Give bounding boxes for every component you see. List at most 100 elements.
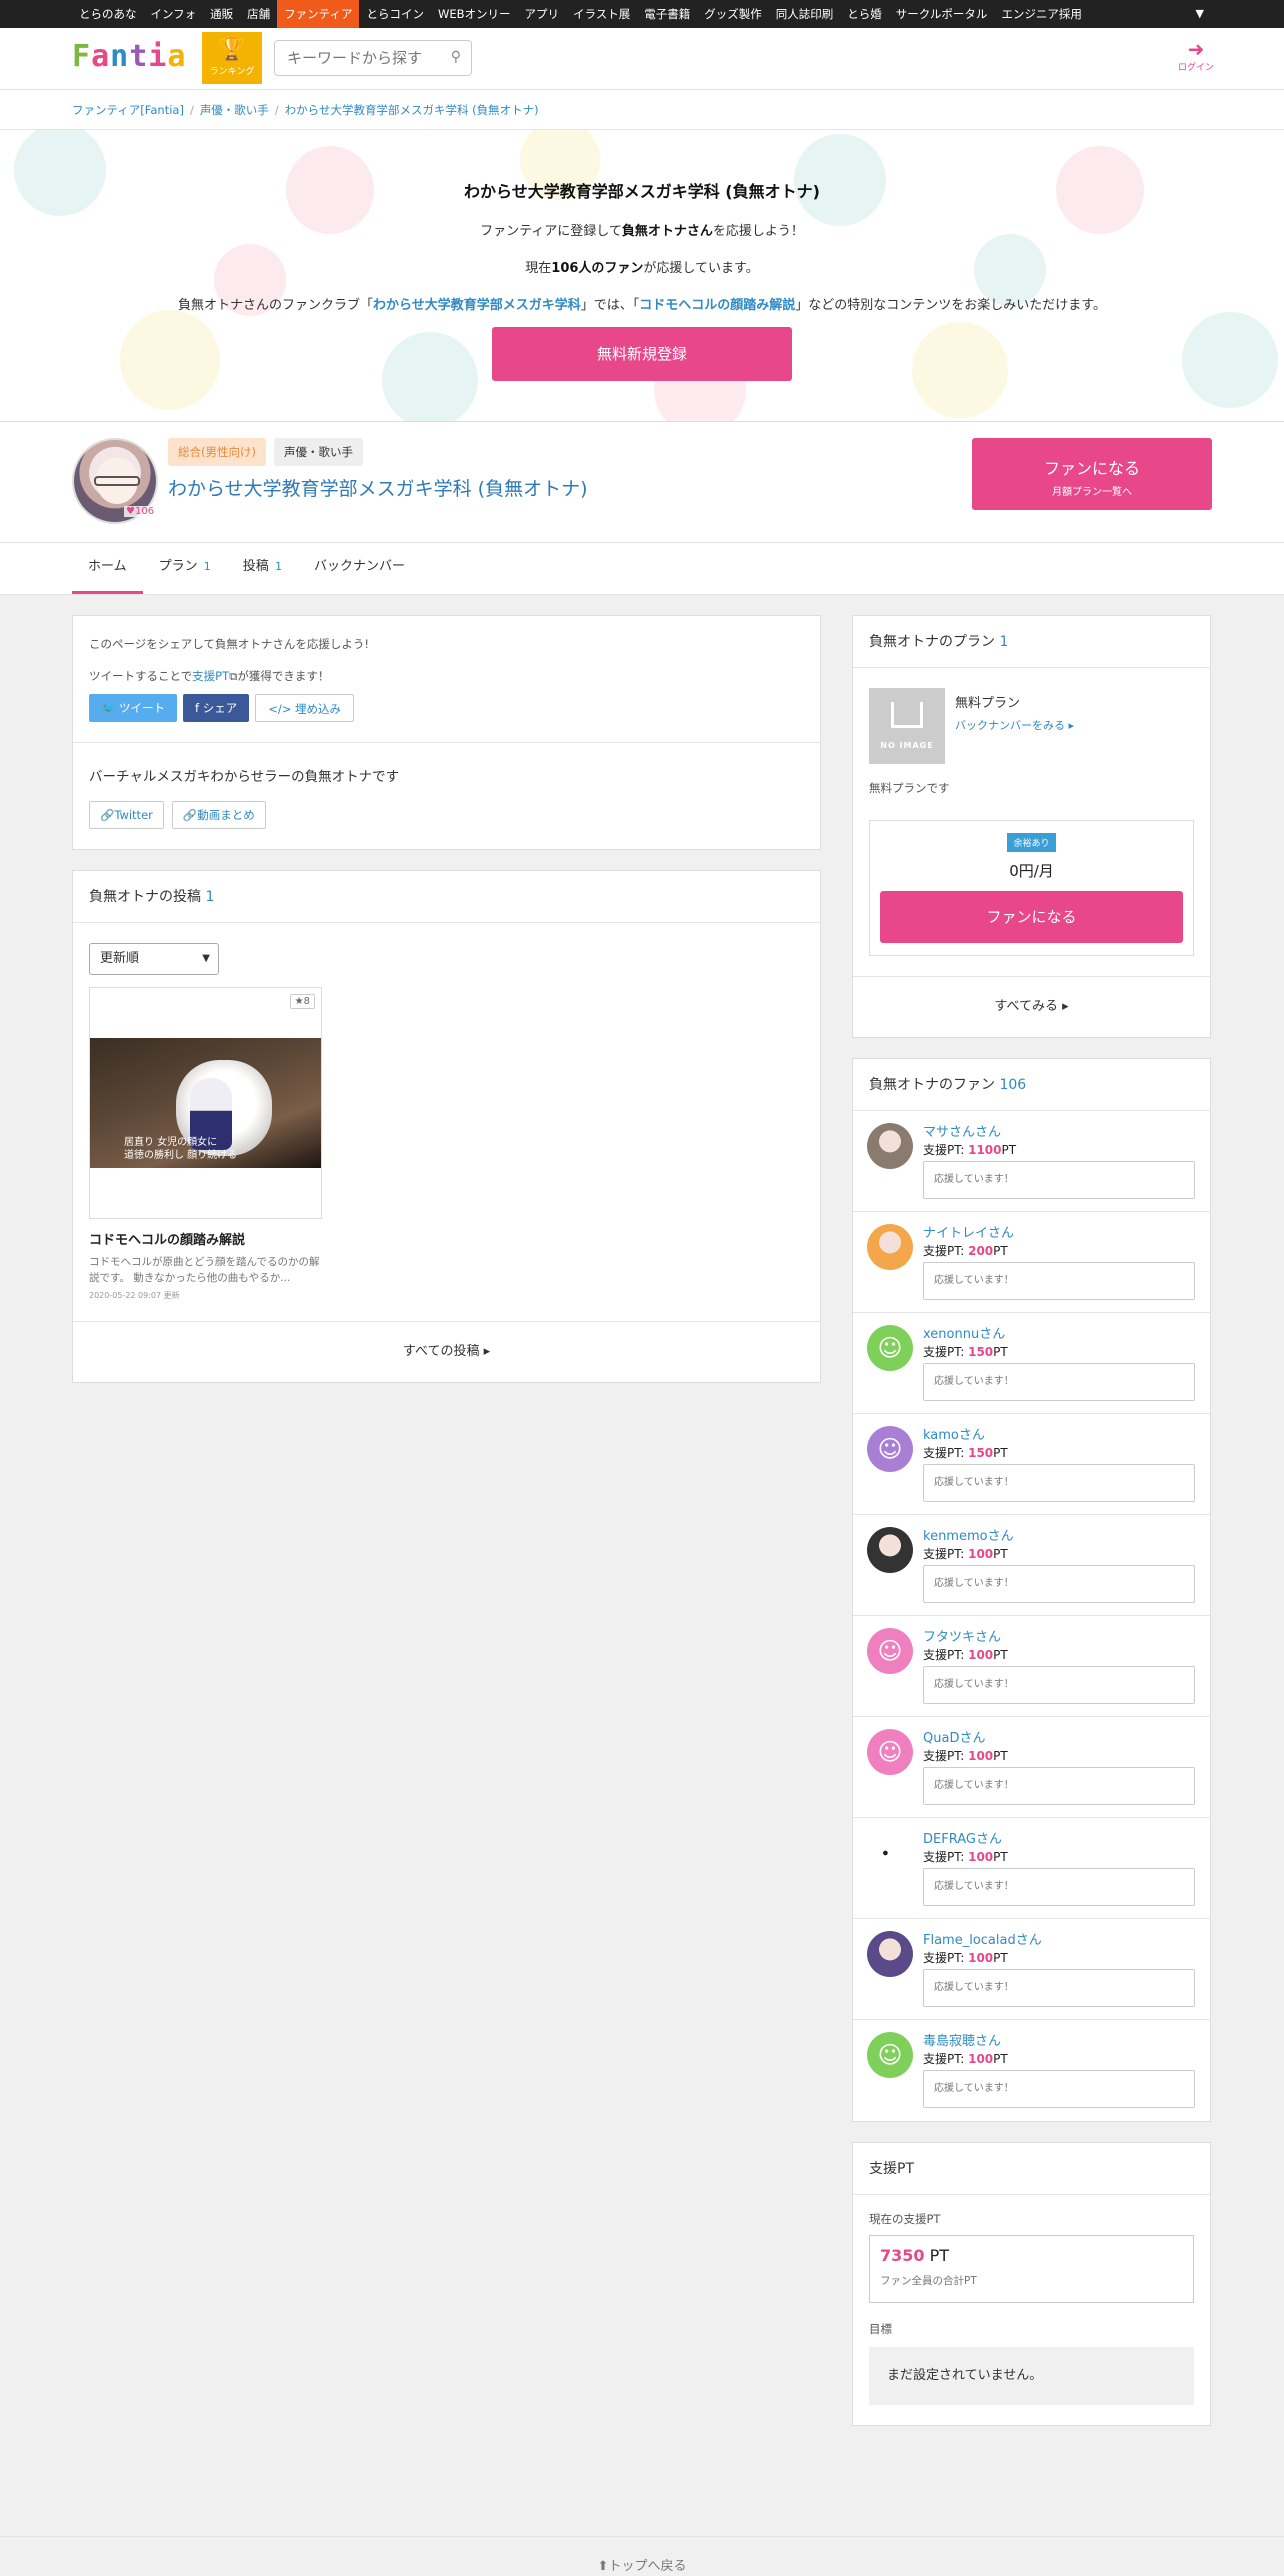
site-header: Fantia 🏆 ランキング ⚲ ➜ ログイン	[0, 28, 1284, 90]
fan-avatar[interactable]: ☺	[867, 1628, 913, 1674]
fan-points: 支援PT: 200PT	[923, 1244, 1008, 1258]
all-plans-link[interactable]: すべてみる ▸	[853, 977, 1210, 1037]
fanclub-link[interactable]: わからせ大学教育学部メスガキ学科	[373, 298, 581, 313]
become-fan-button[interactable]: ファンになる 月額プラン一覧へ	[972, 438, 1212, 510]
breadcrumb-home[interactable]: ファンティア[Fantia]	[72, 102, 184, 118]
fan-avatar[interactable]: ☺	[867, 1729, 913, 1775]
breadcrumb-current[interactable]: わからせ大学教育学部メスガキ学科 (負無オトナ)	[285, 102, 539, 118]
topnav-item[interactable]: 電子書籍	[637, 0, 697, 28]
back-to-top[interactable]: ⬆トップへ戻る	[0, 2536, 1284, 2576]
plan-name: 無料プラン	[955, 696, 1021, 711]
join-plan-button[interactable]: ファンになる	[880, 891, 1183, 943]
fan-name[interactable]: kamoさん	[923, 1424, 985, 1443]
topnav-item[interactable]: サークルポータル	[889, 0, 995, 28]
signup-button[interactable]: 無料新規登録	[492, 327, 792, 381]
fan-avatar[interactable]: ☺	[867, 1426, 913, 1472]
post-card[interactable]: ★8 居直り 女児の顔女に 道徳の勝利し 顔り続ける	[89, 987, 322, 1219]
twitter-link[interactable]: 🔗Twitter	[89, 801, 164, 829]
facebook-icon: f	[194, 701, 203, 715]
tab-home[interactable]: ホーム	[72, 543, 143, 594]
all-posts-link[interactable]: すべての投稿 ▸	[73, 1322, 820, 1382]
profile-header: ♥106 総合(男性向け) 声優・歌い手 わからせ大学教育学部メスガキ学科 (負…	[0, 422, 1284, 543]
topnav-item[interactable]: 通販	[203, 0, 240, 28]
caret-down-icon[interactable]: ▼	[1196, 0, 1204, 28]
topnav-item[interactable]: とらコイン	[359, 0, 431, 28]
fan-name[interactable]: xenonnuさん	[923, 1323, 1005, 1342]
fan-avatar[interactable]: ☺	[867, 2032, 913, 2078]
fan-avatar[interactable]	[867, 1224, 913, 1270]
fan-list: マサさん󠀠󠀠󠀠󠀠󠀠さん 支援PT: 1100PT 応援しています！ ナイトレイさん支援…	[853, 1111, 1210, 2121]
topnav-item[interactable]: 同人誌印刷	[769, 0, 841, 28]
fans-card: 負無オトナのファン 106 マサさん󠀠󠀠󠀠󠀠󠀠さん 支援PT: 1100PT 応援し…	[852, 1058, 1211, 2122]
fan-item: ☺ xenonnuさん 支援PT: 150PT 応援しています！	[853, 1313, 1210, 1414]
fan-name[interactable]: マサさん󠀠󠀠󠀠󠀠󠀠さん	[923, 1121, 1001, 1140]
search-box[interactable]: ⚲	[274, 40, 472, 76]
topnav-item[interactable]: 店舗	[240, 0, 277, 28]
topnav-item[interactable]: WEBオンリー	[431, 0, 518, 28]
post-date: 2020-05-22 09:07 更新	[89, 1291, 180, 1300]
link-icon: 🔗	[182, 808, 198, 822]
fan-item: ☺ QuaDさん 支援PT: 100PT 応援しています！	[853, 1717, 1210, 1818]
availability-badge: 余裕あり	[1007, 833, 1056, 852]
tag-voice[interactable]: 声優・歌い手	[273, 438, 363, 466]
fan-avatar[interactable]	[867, 1123, 913, 1169]
chevron-down-icon: ▼	[202, 953, 210, 964]
logo-letter: i	[148, 39, 166, 74]
goal-label: 目標	[869, 2322, 892, 2336]
link-icon: 🔗	[100, 808, 115, 822]
fan-name[interactable]: kenmemoさん	[923, 1525, 1014, 1544]
about-card: このページをシェアして負無オトナさんを応援しよう! ツイートすることで支援PT⧉…	[72, 615, 821, 850]
search-input[interactable]	[275, 41, 435, 75]
fan-points: 支援PT: 150PT	[923, 1345, 1008, 1359]
fan-avatar[interactable]	[867, 1931, 913, 1977]
video-link[interactable]: 🔗動画まとめ	[171, 801, 266, 829]
topnav-item[interactable]: イラスト展	[566, 0, 637, 28]
topnav-item[interactable]: とらのあな	[72, 0, 144, 28]
tag-general[interactable]: 総合(男性向け)	[168, 438, 266, 466]
fan-name[interactable]: フタツキさん	[923, 1626, 1001, 1645]
fan-name[interactable]: DEFRAGさん	[923, 1828, 1002, 1847]
embed-button[interactable]: </> 埋め込み	[255, 694, 355, 722]
fantia-logo[interactable]: Fantia	[72, 39, 185, 74]
fan-item: マサさん󠀠󠀠󠀠󠀠󠀠さん 支援PT: 1100PT 応援しています！	[853, 1111, 1210, 1212]
topnav-item[interactable]: アプリ	[518, 0, 567, 28]
sort-select[interactable]: 更新順 ▼	[89, 943, 219, 975]
posts-card: 負無オトナの投稿 1 更新順 ▼ ★8 居直り 女児の顔女に 道徳の勝利し 顔り続け…	[72, 870, 821, 1383]
logo-letter: F	[72, 39, 90, 74]
tab-plans[interactable]: プラン 1	[143, 543, 227, 594]
share-section: このページをシェアして負無オトナさんを応援しよう! ツイートすることで支援PT⧉…	[73, 616, 820, 743]
topnav-item[interactable]: インフォ	[144, 0, 204, 28]
fan-name[interactable]: 毒島寂聴さん	[923, 2030, 1001, 2049]
login-button[interactable]: ➜ ログイン	[1178, 38, 1214, 73]
post-link[interactable]: コドモヘコルの顔踏み解説	[639, 298, 795, 313]
facebook-share-button[interactable]: f シェア	[182, 694, 250, 722]
topnav-item[interactable]: ファンティア	[277, 0, 360, 28]
fan-avatar[interactable]	[867, 1527, 913, 1573]
fans-heading: 負無オトナのファン 106	[853, 1059, 1210, 1111]
fan-avatar[interactable]: ☺	[867, 1325, 913, 1371]
tab-posts[interactable]: 投稿 1	[227, 543, 298, 594]
fan-name[interactable]: QuaDさん	[923, 1727, 985, 1746]
breadcrumb-category[interactable]: 声優・歌い手	[200, 102, 269, 118]
fan-avatar[interactable]	[867, 1830, 913, 1876]
logo-letter: t	[129, 39, 147, 74]
current-pt-label: 現在の支援PT	[869, 2212, 941, 2226]
fan-name[interactable]: Flame_localadさん	[923, 1929, 1042, 1948]
topnav-item[interactable]: グッズ製作	[697, 0, 769, 28]
fan-name[interactable]: ナイトレイさん	[923, 1222, 1014, 1241]
post-title[interactable]: コドモヘコルの顔踏み解説	[89, 1229, 804, 1248]
tab-backnumber[interactable]: バックナンバー	[298, 543, 421, 594]
topnav-item[interactable]: とら婚	[840, 0, 889, 28]
creator-name[interactable]: わからせ大学教育学部メスガキ学科 (負無オトナ)	[168, 474, 588, 501]
tweet-button[interactable]: 🐦 ツイート	[89, 694, 177, 722]
support-pt-card: 支援PT 現在の支援PT 7350 PT ファン全員の合計PT 目標 まだ設定さ…	[852, 2142, 1211, 2426]
topnav-item[interactable]: エンジニア採用	[994, 0, 1089, 28]
description-section: バーチャルメスガキわからせラーの負無オトナです 🔗Twitter 🔗動画まとめ	[73, 743, 820, 849]
fan-message: 応援しています！	[923, 1464, 1195, 1502]
support-pt-link[interactable]: 支援PT	[192, 669, 229, 683]
ranking-button[interactable]: 🏆 ランキング	[202, 32, 262, 84]
backnumber-link[interactable]: バックナンバーをみる ▸	[955, 717, 1074, 733]
search-icon[interactable]: ⚲	[451, 49, 461, 65]
post-thumbnail[interactable]: 居直り 女児の顔女に 道徳の勝利し 顔り続ける	[90, 1038, 321, 1168]
logo-letter: a	[91, 39, 109, 74]
